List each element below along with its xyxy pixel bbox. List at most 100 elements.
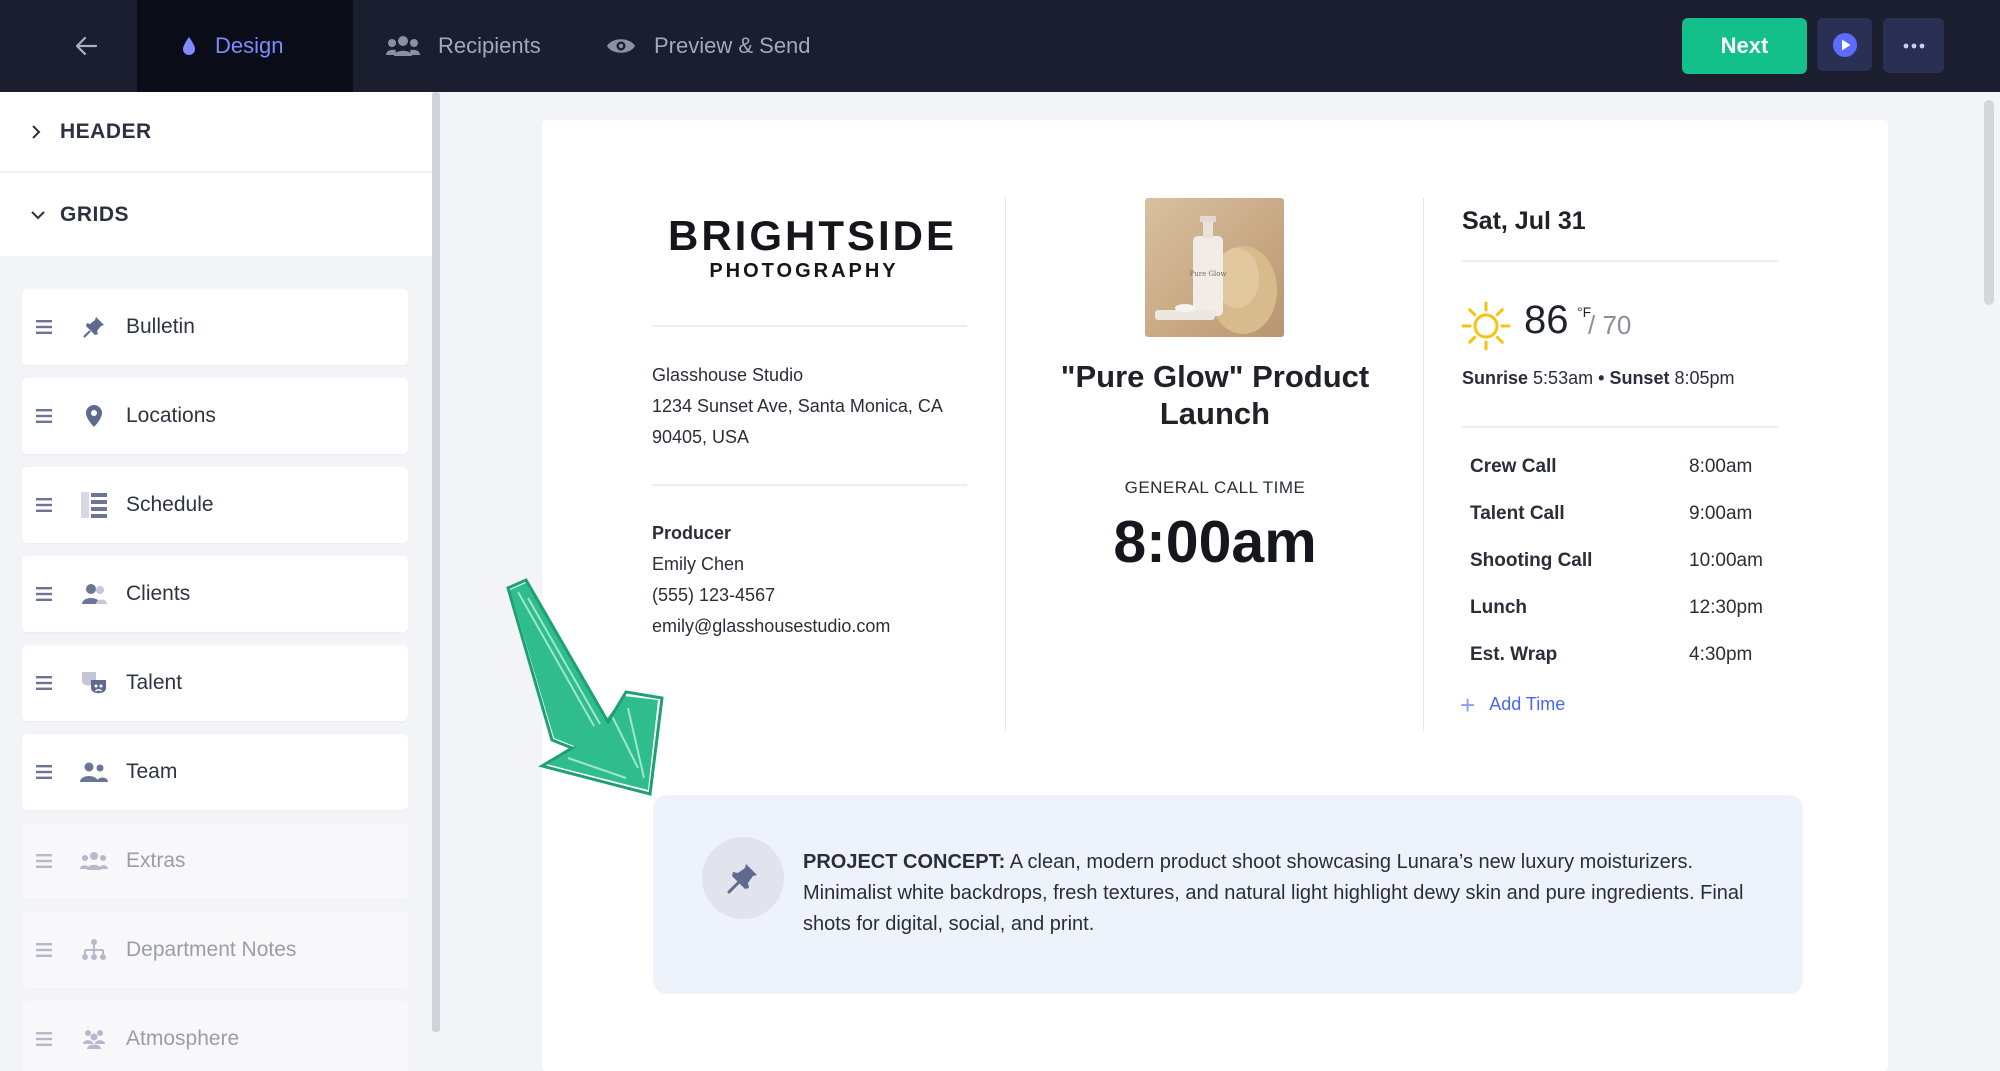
plus-icon: + xyxy=(1460,689,1476,720)
svg-text:Pure Glow: Pure Glow xyxy=(1190,270,1227,278)
call-row-label: Shooting Call xyxy=(1470,550,1593,571)
drag-handle-icon[interactable] xyxy=(36,765,56,779)
general-call-label: GENERAL CALL TIME xyxy=(1124,478,1306,497)
call-row-label: Est. Wrap xyxy=(1470,644,1558,665)
next-button[interactable]: Next xyxy=(1682,18,1807,74)
section-grids-toggle[interactable]: GRIDS xyxy=(0,173,432,256)
droplet-icon xyxy=(181,35,197,57)
location-address-line2: 90405, USA xyxy=(652,427,750,447)
shoot-date: Sat, Jul 31 xyxy=(1462,207,1586,235)
tab-recipients[interactable]: Recipients xyxy=(386,0,541,92)
divider xyxy=(652,484,967,486)
bulletin-pin-badge xyxy=(702,837,784,919)
grid-item-locations[interactable]: Locations xyxy=(22,378,408,454)
project-concept-bulletin[interactable]: PROJECT CONCEPT: A clean, modern product… xyxy=(653,795,1803,994)
crowd-icon xyxy=(80,1028,108,1050)
column-divider xyxy=(1005,198,1006,731)
drag-handle-icon[interactable] xyxy=(36,854,56,868)
section-header-label: HEADER xyxy=(60,119,152,143)
drag-handle-icon[interactable] xyxy=(36,498,56,512)
tab-design-label: Design xyxy=(215,33,284,58)
chevron-right-icon xyxy=(30,124,60,140)
call-row-time: 10:00am xyxy=(1689,550,1763,571)
grid-item-label: Locations xyxy=(126,404,216,427)
company-logo: BRIGHTSIDE PHOTOGRAPHY xyxy=(668,212,958,283)
grid-item-label: Team xyxy=(126,760,178,783)
grid-item-clients[interactable]: Clients xyxy=(22,556,408,632)
producer-name: Emily Chen xyxy=(652,554,745,574)
grid-item-extras[interactable]: Extras xyxy=(22,823,408,899)
ellipsis-icon xyxy=(1903,43,1924,48)
call-row-label: Lunch xyxy=(1470,597,1527,618)
main-scrollbar[interactable] xyxy=(1984,100,1994,305)
product-image[interactable]: Pure Glow xyxy=(1145,198,1284,337)
grid-item-atmosphere[interactable]: Atmosphere xyxy=(22,1001,408,1071)
more-options-button[interactable] xyxy=(1883,18,1944,73)
clients-icon xyxy=(80,582,108,606)
annotation-arrow xyxy=(506,578,664,796)
drag-handle-icon[interactable] xyxy=(36,320,56,334)
grid-item-schedule[interactable]: Schedule xyxy=(22,467,408,543)
chevron-down-icon xyxy=(30,209,60,221)
eye-icon xyxy=(606,36,636,56)
tab-preview-label: Preview & Send xyxy=(654,33,811,58)
grid-item-bulletin[interactable]: Bulletin xyxy=(22,289,408,365)
grid-item-talent[interactable]: Talent xyxy=(22,645,408,721)
divider xyxy=(1462,426,1778,428)
tab-design[interactable]: Design xyxy=(137,0,353,92)
project-concept-text: PROJECT CONCEPT: A clean, modern product… xyxy=(803,851,1744,935)
theater-masks-icon xyxy=(80,669,108,697)
recipients-icon xyxy=(386,35,420,57)
location-name: Glasshouse Studio xyxy=(652,365,804,385)
column-divider xyxy=(1423,198,1424,731)
tab-preview-send[interactable]: Preview & Send xyxy=(606,0,811,92)
org-chart-icon xyxy=(80,938,108,962)
grid-item-label: Atmosphere xyxy=(126,1027,240,1050)
sidebar-scrollbar[interactable] xyxy=(432,92,440,1032)
sunrise-sunset: Sunrise 5:53am • Sunset 8:05pm xyxy=(1462,368,1735,388)
pin-icon xyxy=(727,864,757,894)
grid-item-label: Bulletin xyxy=(126,315,195,338)
shoot-title: "Pure Glow" Product Launch xyxy=(1060,359,1370,431)
schedule-list-icon xyxy=(80,491,108,519)
location-pin-icon xyxy=(80,404,108,428)
temperature-low: / 70 xyxy=(1588,310,1632,340)
call-row-time: 12:30pm xyxy=(1689,597,1763,618)
temperature-high: 86 xyxy=(1524,298,1569,342)
producer-phone: (555) 123-4567 xyxy=(652,585,776,605)
grid-item-label: Talent xyxy=(126,671,183,694)
drag-handle-icon[interactable] xyxy=(36,1032,56,1046)
add-time-button[interactable]: + Add Time xyxy=(1460,689,1566,720)
drag-handle-icon[interactable] xyxy=(36,409,56,423)
drag-handle-icon[interactable] xyxy=(36,676,56,690)
grid-item-label: Department Notes xyxy=(126,938,297,961)
grid-item-department-notes[interactable]: Department Notes xyxy=(22,912,408,988)
play-icon xyxy=(1832,32,1857,57)
call-row-time: 4:30pm xyxy=(1689,644,1753,665)
general-call-time: 8:00am xyxy=(1113,509,1317,575)
top-navigation-bar: Design Recipients Preview & Send Next xyxy=(0,0,2000,92)
grid-item-label: Clients xyxy=(126,582,191,605)
sun-icon xyxy=(1461,301,1511,351)
back-arrow-icon xyxy=(75,36,98,56)
drag-handle-icon[interactable] xyxy=(36,943,56,957)
add-time-label: Add Time xyxy=(1489,694,1566,714)
team-icon xyxy=(80,761,108,783)
grid-item-label: Extras xyxy=(126,849,186,872)
call-row-label: Talent Call xyxy=(1470,503,1565,524)
tab-recipients-label: Recipients xyxy=(438,33,541,58)
call-row-time: 8:00am xyxy=(1689,456,1753,477)
grid-item-team[interactable]: Team xyxy=(22,734,408,810)
extras-group-icon xyxy=(80,851,108,871)
producer-role: Producer xyxy=(652,523,732,543)
divider xyxy=(652,325,967,327)
back-button[interactable] xyxy=(62,24,110,68)
preview-play-button[interactable] xyxy=(1817,18,1872,71)
section-header-toggle[interactable]: HEADER xyxy=(0,92,432,172)
call-row-time: 9:00am xyxy=(1689,503,1753,524)
section-grids-label: GRIDS xyxy=(60,202,130,226)
call-row-label: Crew Call xyxy=(1470,456,1557,477)
grid-item-label: Schedule xyxy=(126,493,214,516)
divider xyxy=(1462,260,1778,262)
drag-handle-icon[interactable] xyxy=(36,587,56,601)
